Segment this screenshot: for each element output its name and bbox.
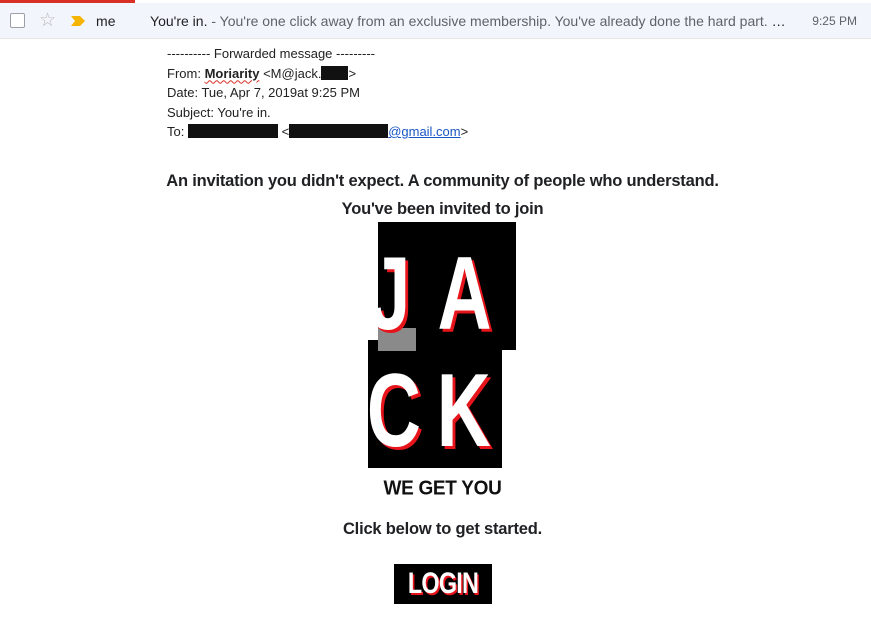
login-button[interactable]: LOGIN <box>394 564 492 604</box>
to-email-link[interactable]: @gmail.com <box>388 124 460 139</box>
redaction-bar <box>187 124 278 138</box>
star-icon[interactable]: ☆ <box>39 11 56 30</box>
date-line: Date: Tue, Apr 7, 2019at 9:25 PM <box>167 85 360 100</box>
jack-logo[interactable]: J J A A C C K K <box>368 222 518 470</box>
svg-text:K: K <box>437 353 491 469</box>
to-line: To: < @gmail.com> <box>167 122 468 142</box>
sender-name: me <box>96 12 116 29</box>
subject-text: You're in. <box>150 12 208 29</box>
svg-text:C: C <box>368 353 421 469</box>
login-label: LOGIN <box>407 567 479 600</box>
from-line: From: Moriarity <M@jack. > <box>167 64 468 84</box>
tagline: An invitation you didn't expect. A commu… <box>166 172 719 190</box>
logo-letter-k: K K <box>437 353 494 470</box>
invited-text: You've been invited to join <box>341 200 544 218</box>
subject-line: You're in. - You're one click away from … <box>150 13 798 29</box>
svg-text:A: A <box>437 236 491 352</box>
checkbox-icon[interactable] <box>10 13 25 28</box>
email-row[interactable]: ☆ me You're in. - You're one click away … <box>0 3 871 39</box>
from-close: > <box>348 65 357 81</box>
forward-header: ---------- Forwarded message --------- <box>167 46 375 61</box>
from-name: Moriarity <box>204 65 260 81</box>
logo-letter-c: C C <box>368 353 424 470</box>
to-close: > <box>460 124 469 139</box>
from-label: From: <box>167 65 205 81</box>
slogan: WE GET YOU <box>383 477 502 500</box>
logo-letter-j: J J <box>369 236 414 355</box>
from-email: <M@jack. <box>259 65 322 81</box>
redaction-bar <box>289 124 389 138</box>
logo-letter-a: A A <box>437 236 494 355</box>
important-marker-icon[interactable] <box>70 15 86 27</box>
snippet-text: - You're one click away from an exclusiv… <box>211 12 799 29</box>
timestamp: 9:25 PM <box>812 13 857 28</box>
cta-text: Click below to get started. <box>342 520 543 538</box>
subject-line-meta: Subject: You're in. <box>167 104 271 120</box>
to-open: < <box>277 124 290 139</box>
svg-text:J: J <box>369 236 411 352</box>
forward-header-block: ---------- Forwarded message --------- F… <box>167 44 468 142</box>
to-label: To: <box>167 124 188 139</box>
redaction-bar <box>321 65 349 80</box>
